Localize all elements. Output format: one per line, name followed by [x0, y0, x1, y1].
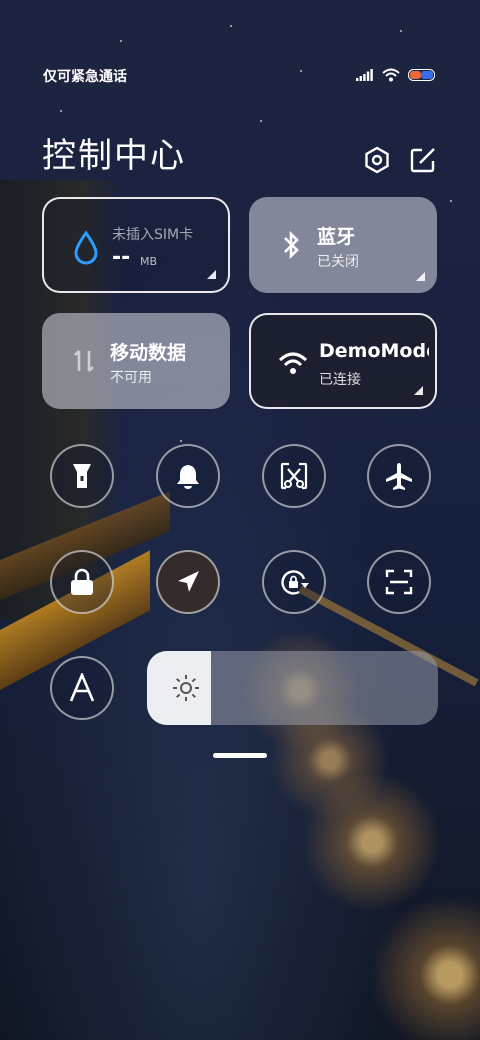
drawer-handle[interactable]: [213, 753, 267, 758]
mute-toggle[interactable]: [156, 444, 220, 508]
bell-icon: [177, 465, 199, 489]
lock-screen-toggle[interactable]: [50, 550, 114, 614]
water-drop-icon: [74, 230, 98, 265]
airplane-icon: [386, 463, 412, 490]
mobile-data-status: 不可用: [110, 370, 152, 386]
scanner-toggle[interactable]: [367, 550, 431, 614]
tile-corner-indicator: [207, 270, 216, 279]
data-usage-value: --: [112, 245, 131, 270]
wifi-icon: [278, 352, 308, 374]
wallpaper-star: [60, 110, 62, 112]
bluetooth-status: 已关闭: [317, 254, 359, 270]
scissors-icon: [280, 462, 308, 490]
location-arrow-icon: [178, 571, 199, 592]
rotation-lock-icon: [281, 570, 309, 595]
sim-status-label: 未插入SIM卡: [112, 227, 194, 243]
sun-icon: [173, 675, 199, 701]
data-usage-tile[interactable]: 未插入SIM卡 -- MB: [42, 197, 230, 293]
bluetooth-icon: [284, 230, 299, 260]
airplane-mode-toggle[interactable]: [367, 444, 431, 508]
scan-icon: [385, 569, 413, 595]
status-icons: [356, 68, 436, 82]
mobile-data-icon: [74, 350, 94, 372]
bluetooth-label: 蓝牙: [317, 226, 356, 248]
tile-corner-indicator: [416, 272, 425, 281]
wallpaper-star: [120, 40, 122, 42]
signal-bars-icon: [356, 69, 373, 81]
rotation-lock-toggle[interactable]: [262, 550, 326, 614]
wallpaper-star: [450, 200, 452, 202]
auto-brightness-toggle[interactable]: [50, 656, 114, 720]
wallpaper-star: [180, 440, 182, 442]
flashlight-icon: [73, 464, 91, 488]
settings-hex-icon[interactable]: [362, 145, 392, 175]
lock-icon: [71, 568, 93, 595]
mobile-data-label: 移动数据: [110, 342, 187, 364]
edit-icon[interactable]: [408, 145, 438, 175]
wallpaper-star: [400, 30, 402, 32]
bluetooth-tile[interactable]: 蓝牙 已关闭: [249, 197, 437, 293]
carrier-status: 仅可紧急通话: [43, 69, 127, 85]
screenshot-toggle[interactable]: [262, 444, 326, 508]
mobile-data-tile[interactable]: 移动数据 不可用: [42, 313, 230, 409]
brightness-slider[interactable]: [147, 651, 438, 725]
wallpaper-star: [230, 25, 232, 27]
wifi-status: 已连接: [319, 372, 361, 388]
tile-corner-indicator: [414, 386, 423, 395]
wifi-tile[interactable]: DemoMode 已连接: [249, 313, 437, 409]
wifi-network-name: DemoMode: [319, 340, 429, 362]
page-title: 控制中心: [42, 136, 186, 176]
font-a-icon: [69, 673, 95, 702]
location-toggle[interactable]: [156, 550, 220, 614]
wifi-icon: [382, 68, 400, 82]
battery-icon: [408, 69, 435, 81]
status-bar: 仅可紧急通话: [43, 66, 436, 86]
data-usage-unit: MB: [140, 255, 158, 268]
wallpaper-star: [260, 120, 262, 122]
flashlight-toggle[interactable]: [50, 444, 114, 508]
